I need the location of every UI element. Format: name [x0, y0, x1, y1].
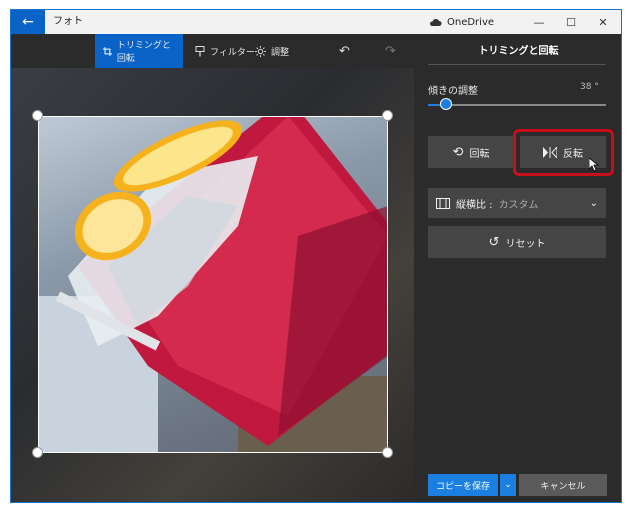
sun-icon	[255, 45, 266, 57]
crop-rotate-panel: トリミングと回転 傾きの調整 38 ° ⟲ 回転 反転 縦横比: カスタム ⌄…	[414, 34, 621, 502]
save-options-button[interactable]: ⌄	[500, 474, 516, 496]
tab-adjust[interactable]: 調整	[247, 34, 297, 68]
tilt-label: 傾きの調整	[428, 86, 478, 97]
back-button[interactable]: ←	[11, 10, 45, 34]
crop-handle-top-left[interactable]	[32, 110, 43, 121]
reset-icon: ↺	[488, 234, 500, 250]
save-copy-button[interactable]: コピーを保存	[428, 474, 498, 496]
cancel-label: キャンセル	[540, 481, 586, 492]
crop-handle-top-right[interactable]	[382, 110, 393, 121]
chevron-down-icon: ⌄	[589, 197, 598, 209]
divider	[428, 64, 606, 65]
aspect-ratio-icon	[436, 197, 450, 209]
crop-frame[interactable]	[38, 116, 388, 453]
reset-button[interactable]: ↺ リセット	[428, 226, 606, 258]
crop-handle-bottom-left[interactable]	[32, 447, 43, 458]
onedrive-status[interactable]: OneDrive	[429, 10, 494, 34]
crop-handle-bottom-right[interactable]	[382, 447, 393, 458]
aspect-ratio-label: 縦横比 :	[456, 199, 493, 211]
crop-icon	[103, 46, 112, 56]
aspect-ratio-value: カスタム	[498, 199, 539, 211]
tilt-slider[interactable]	[428, 98, 606, 110]
image-canvas[interactable]	[11, 68, 414, 502]
tab-crop-rotate-label: トリミングと回転	[116, 41, 171, 64]
minimize-icon: —	[533, 15, 545, 29]
chevron-down-icon: ⌄	[504, 480, 512, 490]
maximize-button[interactable]: ☐	[555, 10, 587, 34]
title-bar: ← フォト OneDrive — ☐ ✕	[11, 10, 621, 34]
onedrive-label: OneDrive	[447, 16, 495, 28]
undo-icon: ↶	[339, 43, 350, 59]
undo-button[interactable]: ↶	[331, 34, 358, 68]
mouse-cursor-icon	[589, 158, 599, 172]
redo-button[interactable]: ↷	[377, 34, 404, 68]
tab-crop-rotate[interactable]: トリミングと回転	[95, 34, 183, 68]
edit-toolbar: トリミングと回転 フィルター 調整 ↶ ↷	[11, 34, 414, 68]
rotate-button[interactable]: ⟲ 回転	[428, 136, 514, 168]
aspect-ratio-dropdown[interactable]: 縦横比 : カスタム ⌄	[428, 188, 606, 218]
reset-label: リセット	[505, 238, 546, 250]
photos-window: ← フォト OneDrive — ☐ ✕ トリミングと回転 フィルター 調整 ↶…	[10, 9, 622, 503]
tilt-value: 38 °	[580, 82, 599, 92]
app-title: フォト	[53, 16, 83, 27]
rotate-label: 回転	[469, 148, 490, 160]
close-button[interactable]: ✕	[587, 10, 619, 34]
close-icon: ✕	[598, 15, 608, 29]
cloud-icon	[429, 18, 442, 26]
filter-icon	[195, 45, 205, 56]
maximize-icon: ☐	[566, 15, 576, 29]
tab-adjust-label: 調整	[271, 47, 290, 58]
arrow-left-icon: ←	[22, 14, 34, 30]
minimize-button[interactable]: —	[523, 10, 555, 34]
cancel-button[interactable]: キャンセル	[519, 474, 607, 496]
redo-icon: ↷	[385, 43, 396, 59]
rotate-icon: ⟲	[452, 144, 464, 160]
panel-title: トリミングと回転	[478, 46, 559, 57]
tilt-slider-thumb[interactable]	[440, 98, 452, 110]
save-copy-label: コピーを保存	[435, 481, 490, 492]
